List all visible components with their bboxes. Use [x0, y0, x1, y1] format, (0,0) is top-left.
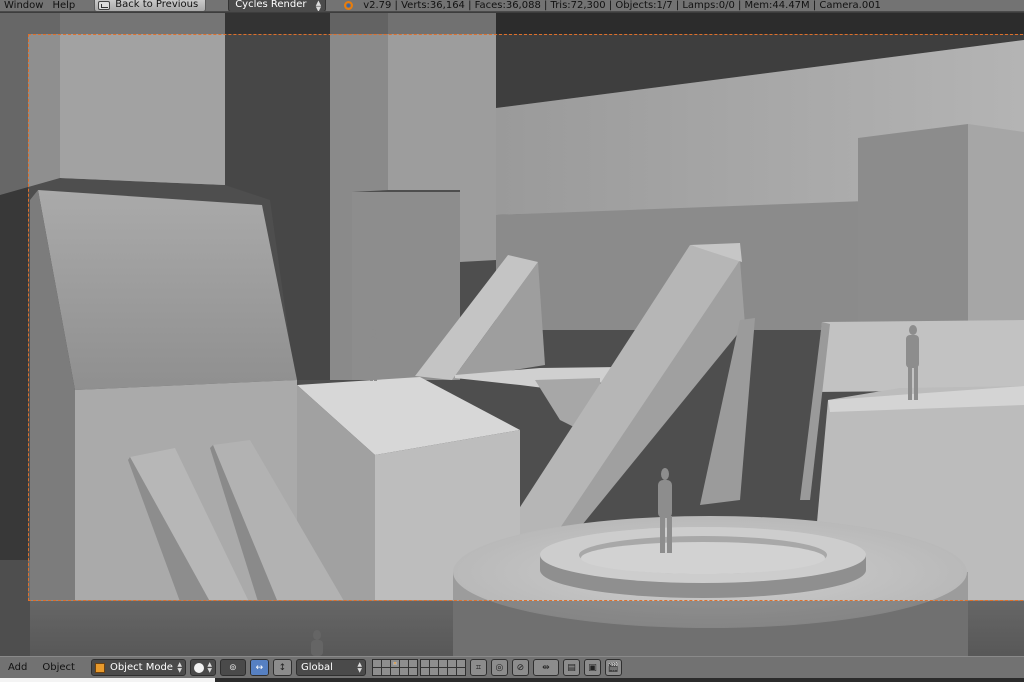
layer-19[interactable]	[447, 668, 456, 675]
blender-logo-icon	[342, 0, 354, 11]
translate-manipulator-icon[interactable]: ↕	[274, 660, 291, 675]
updown-arrows-icon: ▲ ▼	[357, 661, 362, 674]
layer-18[interactable]	[438, 668, 447, 675]
updown-arrows-icon: ▲ ▼	[207, 661, 212, 674]
proportional-edit-icon[interactable]: ◎	[490, 659, 508, 676]
pivot-icon: ⊚	[229, 662, 237, 673]
layer-4[interactable]	[399, 660, 408, 667]
object-mode-icon	[94, 662, 105, 673]
layer-5[interactable]	[408, 660, 417, 667]
layer-14[interactable]	[399, 668, 408, 675]
render-animation-icon[interactable]: 🎬	[604, 659, 622, 676]
render-still-icon[interactable]: ▣	[583, 659, 601, 676]
menu-help[interactable]: Help	[48, 0, 80, 11]
layer-grid-2[interactable]	[419, 659, 466, 676]
menu-window[interactable]: Window	[0, 0, 48, 11]
render-engine-value: Cycles Render	[235, 0, 307, 10]
menu-object[interactable]: Object	[36, 662, 81, 673]
layer-grid[interactable]	[371, 659, 418, 676]
back-to-previous-label: Back to Previous	[115, 0, 199, 10]
lock-camera-icon[interactable]: ⌗	[469, 659, 487, 676]
layer-16[interactable]	[420, 668, 429, 675]
solid-shading-icon	[193, 663, 204, 673]
snap-target-icon[interactable]: ▤	[562, 659, 580, 676]
layer-3[interactable]	[390, 660, 399, 667]
layer-7[interactable]	[429, 660, 438, 667]
scene-stats: v2.79 | Verts:36,164 | Faces:36,088 | Tr…	[363, 0, 881, 11]
transform-orientation-value: Global	[300, 662, 333, 673]
menu-add[interactable]: Add	[2, 662, 33, 673]
viewport-shading-select[interactable]: ▲ ▼	[189, 659, 216, 676]
layer-17[interactable]	[429, 668, 438, 675]
object-mode-select[interactable]: Object Mode ▲ ▼	[90, 659, 186, 676]
3d-view-header: Add Object Object Mode ▲ ▼ ▲ ▼ ⊚ ↔ ↕ Globa…	[0, 656, 1024, 678]
layer-8[interactable]	[438, 660, 447, 667]
back-to-previous-button[interactable]: Back to Previous	[94, 0, 207, 11]
manipulator-icon[interactable]: ↔	[250, 660, 268, 675]
layer-1[interactable]	[372, 660, 381, 667]
layer-15[interactable]	[408, 668, 417, 675]
layer-20[interactable]	[456, 668, 465, 675]
snap-toggle-icon[interactable]: ⊘	[511, 659, 529, 676]
layer-6[interactable]	[420, 660, 429, 667]
render-engine-select[interactable]: Cycles Render ▲ ▼	[228, 0, 327, 12]
top-header: Window Help Back to Previous Cycles Rend…	[0, 0, 1024, 12]
window-bottom-edge	[0, 678, 1024, 682]
pivot-point-select[interactable]: ⊚	[219, 659, 246, 676]
layer-13[interactable]	[390, 668, 399, 675]
manipulator-toggle[interactable]: ↔	[249, 659, 269, 676]
object-mode-value: Object Mode	[109, 662, 173, 673]
updown-arrows-icon: ▲ ▼	[315, 0, 322, 12]
layer-10[interactable]	[456, 660, 465, 667]
layer-12[interactable]	[381, 668, 390, 675]
layer-11[interactable]	[372, 668, 381, 675]
layer-9[interactable]	[447, 660, 456, 667]
transform-orientation-select[interactable]: Global ▲ ▼	[295, 659, 366, 676]
transform-manipulators[interactable]: ↕	[272, 659, 292, 676]
viewport-render	[0, 13, 1024, 656]
updown-arrows-icon: ▲ ▼	[177, 661, 182, 674]
screen-back-icon	[98, 0, 111, 10]
3d-viewport[interactable]	[0, 13, 1024, 656]
snap-element-select[interactable]: ⇹	[532, 659, 559, 676]
layer-2[interactable]	[381, 660, 390, 667]
